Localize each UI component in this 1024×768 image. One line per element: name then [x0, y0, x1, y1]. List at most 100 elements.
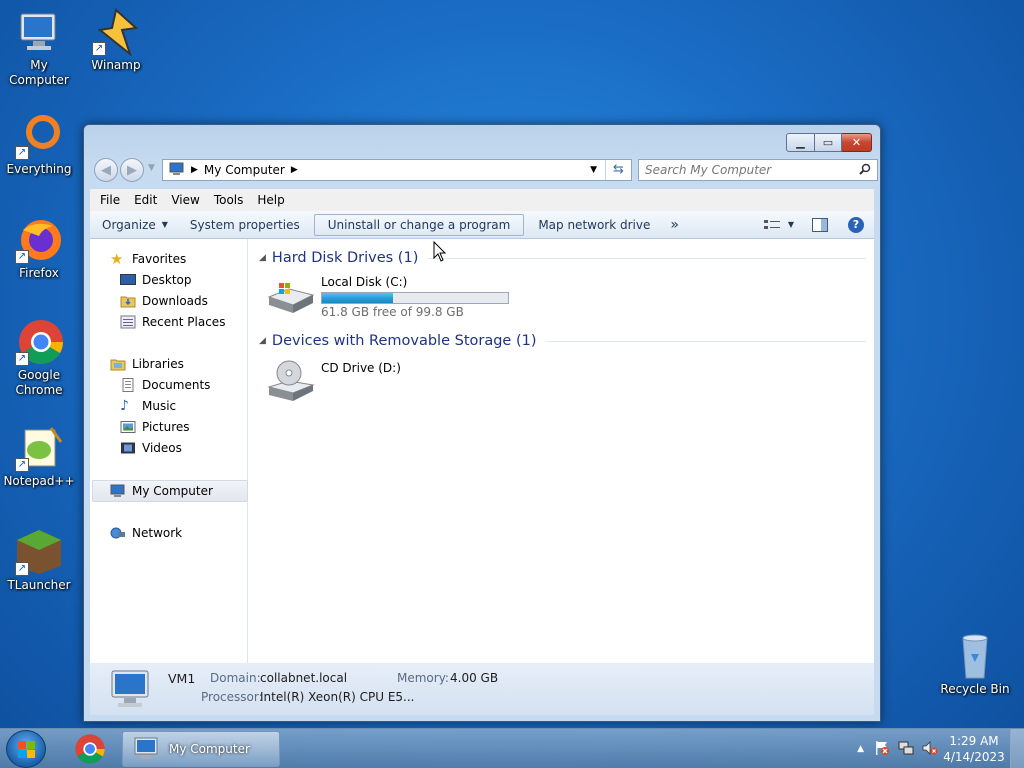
content-area: ★ Favorites Desktop Downloads Recent Pla…	[90, 239, 874, 663]
view-list-icon	[763, 219, 780, 229]
capacity-fill	[322, 293, 393, 303]
collapse-triangle-icon[interactable]: ◢	[259, 253, 266, 263]
desktop-icon-label: Winamp	[91, 58, 141, 72]
breadcrumb-my-computer[interactable]: My Computer	[204, 163, 285, 177]
nav-label: Downloads	[142, 294, 208, 308]
uninstall-program-button[interactable]: Uninstall or change a program	[313, 213, 525, 236]
menu-edit[interactable]: Edit	[134, 193, 157, 207]
nav-music[interactable]: ♪ Music	[120, 397, 176, 415]
documents-icon	[120, 378, 136, 392]
drive-free-space: 61.8 GB free of 99.8 GB	[321, 305, 464, 319]
desktop-icon-winamp[interactable]: ↗ Winamp	[77, 8, 155, 73]
window-controls: ▁ ▭ ✕	[786, 133, 872, 152]
address-bar[interactable]: ▶ My Computer ▶ ▼ ⇆	[162, 159, 632, 181]
address-dropdown-icon[interactable]: ▼	[590, 165, 597, 175]
memory-label: Memory:	[397, 671, 449, 685]
drive-local-disk-c[interactable]: Local Disk (C:) 61.8 GB free of 99.8 GB	[265, 275, 509, 319]
nav-downloads[interactable]: Downloads	[120, 292, 208, 310]
nav-recent-places[interactable]: Recent Places	[120, 313, 225, 331]
windows-logo-icon	[18, 741, 35, 758]
map-network-drive-button[interactable]: Map network drive	[528, 214, 660, 236]
taskbar-my-computer-button[interactable]: My Computer	[122, 731, 280, 767]
details-pane: VM1 Domain: collabnet.local Memory: 4.00…	[90, 663, 874, 715]
recycle-bin-icon	[951, 632, 999, 680]
breadcrumb-separator-icon[interactable]: ▶	[191, 165, 198, 175]
group-title: Hard Disk Drives (1)	[271, 250, 419, 266]
minimize-button[interactable]: ▁	[786, 133, 815, 152]
nav-label: Documents	[142, 378, 211, 392]
maximize-button[interactable]: ▭	[815, 133, 842, 152]
menu-help[interactable]: Help	[257, 193, 284, 207]
desktop-icon-tlauncher[interactable]: ↗ TLauncher	[0, 528, 78, 593]
desktop-icon-everything[interactable]: ↗ Everything	[0, 112, 78, 177]
close-button[interactable]: ✕	[842, 133, 872, 152]
desktop-icon-google-chrome[interactable]: ↗ Google Chrome	[0, 318, 78, 398]
nav-videos[interactable]: Videos	[120, 439, 182, 457]
firefox-icon: ↗	[15, 216, 63, 264]
chrome-icon: ↗	[15, 318, 63, 366]
menu-file[interactable]: File	[100, 193, 120, 207]
change-view-button[interactable]: ▼	[760, 214, 798, 236]
desktop-icon-notepad-plus-plus[interactable]: ↗ Notepad++	[0, 424, 78, 489]
group-header-removable-storage[interactable]: ◢ Devices with Removable Storage (1)	[259, 333, 866, 349]
forward-button[interactable]: ▶	[120, 158, 144, 182]
system-properties-button[interactable]: System properties	[180, 214, 310, 236]
nav-favorites[interactable]: ★ Favorites	[110, 250, 186, 268]
nav-pictures[interactable]: Pictures	[120, 418, 190, 436]
preview-pane-icon	[812, 217, 828, 232]
help-button[interactable]: ?	[842, 214, 874, 236]
nav-desktop[interactable]: Desktop	[120, 271, 192, 289]
tlauncher-icon: ↗	[15, 528, 63, 576]
search-icon[interactable]	[859, 163, 871, 178]
menu-tools[interactable]: Tools	[214, 193, 244, 207]
task-label: My Computer	[169, 742, 250, 756]
main-pane: ◢ Hard Disk Drives (1) Local Disk (C:) 6…	[249, 239, 874, 663]
volume-muted-icon[interactable]	[922, 740, 938, 759]
close-icon: ✕	[851, 136, 862, 149]
organize-button[interactable]: Organize ▼	[90, 214, 178, 236]
back-button[interactable]: ◀	[94, 158, 118, 182]
music-icon: ♪	[120, 398, 129, 414]
clock[interactable]: 1:29 AM 4/14/2023	[942, 733, 1006, 765]
taskbar-chrome-button[interactable]	[66, 731, 114, 767]
refresh-icon[interactable]: ⇆	[605, 160, 631, 180]
maximize-icon: ▭	[822, 136, 834, 149]
nav-documents[interactable]: Documents	[120, 376, 210, 394]
capacity-bar	[321, 292, 509, 304]
drive-cd-d[interactable]: CD Drive (D:)	[265, 359, 401, 401]
collapse-triangle-icon[interactable]: ◢	[259, 336, 266, 346]
desktop-icon-recycle-bin[interactable]: Recycle Bin	[936, 632, 1014, 697]
desktop-icon-firefox[interactable]: ↗ Firefox	[0, 216, 78, 281]
navigation-pane: ★ Favorites Desktop Downloads Recent Pla…	[90, 239, 248, 663]
search-input[interactable]: Search My Computer	[638, 159, 878, 181]
nav-libraries[interactable]: Libraries	[110, 355, 184, 373]
show-hidden-icons-button[interactable]: ▲	[857, 744, 864, 754]
breadcrumb-separator-icon[interactable]: ▶	[291, 165, 298, 175]
pictures-icon	[120, 420, 136, 434]
shortcut-arrow-icon: ↗	[15, 352, 29, 366]
mouse-cursor-icon	[433, 240, 447, 266]
clock-time: 1:29 AM	[949, 734, 999, 748]
menu-view[interactable]: View	[171, 193, 199, 207]
desktop-icon-label: Notepad++	[3, 474, 75, 488]
chevron-down-icon: ▼	[787, 220, 794, 229]
nav-label: Network	[132, 526, 183, 540]
network-tray-icon[interactable]	[898, 740, 914, 759]
desktop-icon-label: Recycle Bin	[940, 682, 1010, 696]
show-desktop-button[interactable]	[1010, 729, 1024, 768]
recent-pages-dropdown-icon[interactable]: ▼	[148, 163, 155, 173]
clock-date: 4/14/2023	[943, 750, 1005, 764]
more-commands-button[interactable]: »	[660, 214, 689, 236]
group-header-hard-disk-drives[interactable]: ◢ Hard Disk Drives (1)	[259, 250, 866, 266]
nav-network[interactable]: Network	[110, 524, 182, 542]
start-button[interactable]	[6, 730, 46, 768]
action-center-flag-icon[interactable]	[874, 740, 890, 759]
domain-value: collabnet.local	[260, 671, 348, 685]
group-divider	[428, 257, 866, 259]
cd-drive-icon	[265, 359, 317, 401]
nav-label: Libraries	[132, 357, 184, 371]
desktop-icon-my-computer[interactable]: My Computer	[0, 8, 78, 88]
explorer-window: ▁ ▭ ✕ ◀ ▶ ▼ ▶ My Computer ▶ ▼ ⇆ Search M…	[83, 124, 881, 722]
nav-my-computer[interactable]: My Computer	[110, 482, 213, 500]
preview-pane-button[interactable]	[806, 214, 834, 236]
